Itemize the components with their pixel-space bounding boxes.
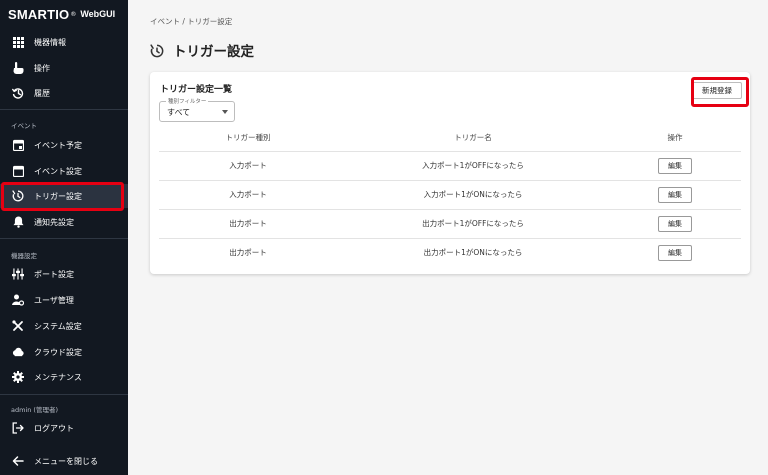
sidebar-item-label: ユーザ管理	[34, 295, 74, 305]
sidebar-item-label: ログアウト	[34, 423, 74, 433]
sidebar-item-label: 履歴	[34, 88, 50, 98]
sidebar-item-system-settings[interactable]: システム設定	[0, 314, 128, 338]
sidebar-section-user: admin (管理者)	[11, 406, 59, 414]
sidebar-item-label: メニューを閉じる	[34, 456, 98, 466]
edit-button[interactable]: 編集	[658, 157, 692, 174]
table-header-row: トリガー種別 トリガー名 操作	[159, 124, 741, 152]
sidebar-item-maintenance[interactable]: メンテナンス	[0, 365, 128, 389]
sidebar-item-cloud-settings[interactable]: クラウド設定	[0, 340, 128, 364]
cell-trigger-type: 出力ポート	[159, 209, 337, 239]
cell-action: 編集	[609, 209, 741, 239]
brand-logo: SMARTIO ® WebGUI	[0, 0, 128, 28]
trigger-table: トリガー種別 トリガー名 操作 入力ポート 入力ポート1がOFFになったら 編集…	[159, 124, 741, 267]
brand-name: SMARTIO	[8, 6, 70, 22]
gear-icon	[12, 371, 24, 383]
trigger-list-card: トリガー設定一覧 種別フィルター すべて 新規登録 トリガー種別 トリガー名 操…	[150, 72, 750, 274]
sidebar-divider	[0, 394, 128, 395]
sidebar-item-label: 操作	[34, 63, 50, 73]
sidebar-divider	[0, 238, 128, 239]
sidebar-item-operation[interactable]: 操作	[0, 56, 128, 80]
sidebar-item-label: クラウド設定	[34, 347, 82, 357]
column-header-type: トリガー種別	[159, 124, 337, 152]
brand-registered-mark: ®	[70, 10, 77, 18]
history-icon	[12, 87, 24, 99]
cell-action: 編集	[609, 238, 741, 267]
sidebar-item-history[interactable]: 履歴	[0, 81, 128, 105]
sidebar-item-trigger-settings[interactable]: トリガー設定	[0, 184, 128, 208]
brand-subtitle: WebGUI	[80, 9, 116, 19]
sidebar-section-device: 機器設定	[11, 252, 37, 260]
cloud-icon	[12, 346, 24, 358]
sidebar-item-label: 通知先設定	[34, 217, 74, 227]
cell-action: 編集	[609, 180, 741, 210]
arrow-left-icon	[12, 455, 24, 467]
grid-icon	[12, 36, 24, 48]
sidebar-divider	[0, 109, 128, 110]
cell-trigger-name: 入力ポート1がOFFになったら	[337, 151, 609, 181]
column-header-action: 操作	[609, 124, 741, 152]
table-row: 出力ポート 出力ポート1がOFFになったら 編集	[159, 209, 741, 239]
sidebar-close-menu[interactable]: メニューを閉じる	[0, 449, 128, 473]
calendar-event-icon	[12, 139, 24, 151]
cell-trigger-name: 出力ポート1がONになったら	[423, 248, 523, 258]
cell-trigger-type: 出力ポート	[229, 248, 267, 258]
breadcrumb: イベント / トリガー設定	[150, 17, 233, 26]
page-title: トリガー設定	[150, 40, 254, 60]
sidebar-item-label: トリガー設定	[34, 191, 82, 201]
tools-icon	[12, 320, 24, 332]
edit-button[interactable]: 編集	[658, 244, 692, 261]
sidebar: SMARTIO ® WebGUI 機器情報 操作 履歴 イベント イベント予定 イベ…	[0, 0, 128, 475]
new-registration-button[interactable]: 新規登録	[692, 82, 742, 99]
table-row: 入力ポート 入力ポート1がOFFになったら 編集	[159, 151, 741, 181]
timer-trigger-icon	[12, 190, 24, 202]
table-row: 出力ポート 出力ポート1がONになったら 編集	[159, 238, 741, 267]
cell-trigger-name: 入力ポート1がONになったら	[337, 180, 609, 210]
user-gear-icon	[12, 294, 24, 306]
hand-pointer-icon	[12, 62, 24, 74]
filter-value: すべて	[167, 108, 191, 117]
sidebar-item-label: 機器情報	[34, 37, 66, 47]
sidebar-item-device-info[interactable]: 機器情報	[0, 30, 128, 54]
page-title-text: トリガー設定	[173, 44, 254, 60]
timer-trigger-icon	[150, 43, 164, 58]
calendar-icon	[12, 165, 24, 177]
chevron-down-icon	[222, 110, 228, 114]
sidebar-item-label: ポート設定	[34, 269, 74, 279]
cell-trigger-type: 入力ポート	[159, 151, 337, 181]
sidebar-item-event-schedule[interactable]: イベント予定	[0, 133, 128, 157]
column-header-name: トリガー名	[337, 124, 609, 152]
sidebar-item-user-management[interactable]: ユーザ管理	[0, 288, 128, 312]
sidebar-item-notification[interactable]: 通知先設定	[0, 210, 128, 234]
sidebar-item-event-settings[interactable]: イベント設定	[0, 159, 128, 183]
cell-trigger-name: 出力ポート1がOFFになったら	[337, 209, 609, 239]
bell-icon	[12, 216, 24, 228]
table-row: 入力ポート 入力ポート1がONになったら 編集	[159, 180, 741, 210]
card-title: トリガー設定一覧	[160, 85, 233, 95]
sidebar-item-label: メンテナンス	[34, 372, 82, 382]
sliders-icon	[12, 268, 24, 280]
cell-trigger-type: 入力ポート	[159, 180, 337, 210]
type-filter-select[interactable]: 種別フィルター すべて	[159, 97, 235, 122]
sidebar-section-event: イベント	[11, 122, 37, 130]
sidebar-item-port-settings[interactable]: ポート設定	[0, 262, 128, 286]
logout-icon	[12, 422, 24, 434]
sidebar-item-label: システム設定	[34, 321, 82, 331]
sidebar-item-label: イベント設定	[34, 166, 82, 176]
cell-action: 編集	[609, 151, 741, 181]
edit-button[interactable]: 編集	[658, 186, 692, 203]
sidebar-item-logout[interactable]: ログアウト	[0, 416, 128, 440]
filter-legend: 種別フィルター	[166, 97, 209, 105]
edit-button[interactable]: 編集	[658, 215, 692, 232]
sidebar-item-label: イベント予定	[34, 140, 82, 150]
